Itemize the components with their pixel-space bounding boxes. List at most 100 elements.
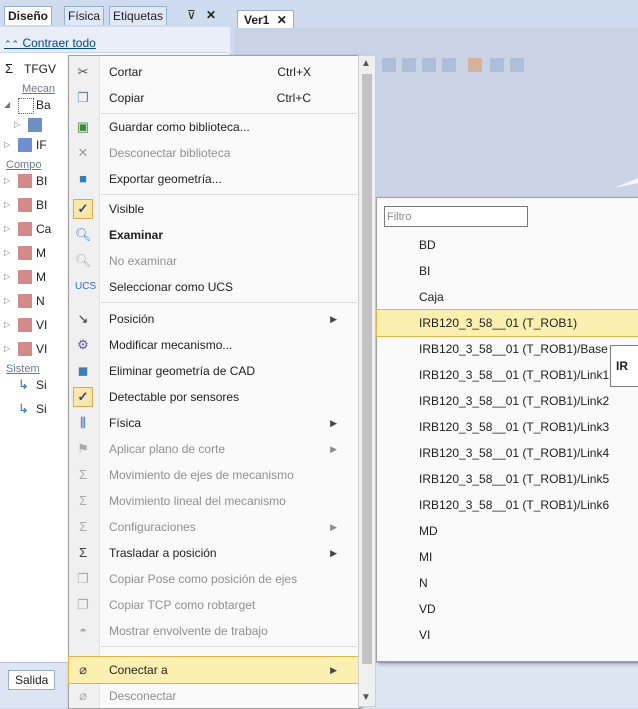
close-icon[interactable]: ✕ bbox=[277, 13, 287, 27]
menu-item-detectable-sensores[interactable]: ✓ Detectable por sensores bbox=[69, 384, 359, 410]
menu-item-examinar[interactable]: 🔍︎ Examinar bbox=[69, 222, 359, 248]
submenu-item-label: IRB120_3_58__01 (T_ROB1)/Link3 bbox=[419, 420, 610, 434]
menu-item-label: Desconectar bbox=[109, 689, 177, 703]
menu-item-desconectar[interactable]: ⌀ Desconectar bbox=[69, 683, 359, 707]
expand-icon[interactable]: ▷ bbox=[4, 267, 10, 287]
expand-icon[interactable]: ◢ bbox=[4, 95, 10, 115]
menu-item-exportar-geometria[interactable]: ■ Exportar geometría... bbox=[69, 166, 359, 192]
submenu-item[interactable]: IRB120_3_58__01 (T_ROB1)/Link2 bbox=[377, 388, 638, 414]
expand-icon[interactable]: ▷ bbox=[14, 115, 20, 135]
menu-item-modificar-mecanismo[interactable]: ⚙ Modificar mecanismo... bbox=[69, 332, 359, 358]
tooltip: IR bbox=[610, 345, 638, 387]
menu-item-seleccionar-ucs[interactable]: UCS Seleccionar como UCS bbox=[69, 274, 359, 300]
tree-item-label: IF bbox=[36, 138, 47, 152]
submenu-item[interactable]: IRB120_3_58__01 (T_ROB1)/Link1 bbox=[377, 362, 638, 388]
menu-item-posicion[interactable]: ↘ Posición ▶ bbox=[69, 306, 359, 332]
submenu-item-label: IRB120_3_58__01 (T_ROB1)/Link6 bbox=[419, 498, 610, 512]
filter-input[interactable]: Filtro bbox=[384, 206, 528, 227]
tree-item-label: M bbox=[36, 246, 46, 260]
menu-item-desconectar-biblioteca[interactable]: ✕ Desconectar biblioteca bbox=[69, 140, 359, 166]
scroll-up-icon[interactable]: ▲ bbox=[361, 58, 371, 69]
menu-item-conectar-a[interactable]: ⌀ Conectar a ▶ bbox=[68, 656, 360, 684]
expand-icon[interactable]: ▷ bbox=[4, 135, 10, 155]
view-tool-icon[interactable] bbox=[510, 58, 524, 72]
collapse-all-link[interactable]: ⌃⌃ Contraer todo bbox=[4, 36, 96, 50]
menu-item-visible[interactable]: ✓ Visible bbox=[69, 196, 359, 222]
part-icon bbox=[18, 222, 32, 236]
submenu-item[interactable]: IRB120_3_58__01 (T_ROB1)/Link6 bbox=[377, 492, 638, 518]
menu-item-cortar[interactable]: ✂ Cortar Ctrl+X bbox=[69, 59, 359, 85]
view-tool-icon[interactable] bbox=[490, 58, 504, 72]
submenu-item[interactable]: BI bbox=[377, 258, 638, 284]
view-tool-icon[interactable] bbox=[468, 58, 482, 72]
document-tab[interactable]: Ver1 ✕ bbox=[237, 10, 294, 29]
menu-item-copiar[interactable]: ❐ Copiar Ctrl+C bbox=[69, 85, 359, 111]
attach-icon: ⌀ bbox=[79, 662, 87, 677]
submenu-item-label: N bbox=[419, 576, 428, 590]
expand-icon[interactable]: ▷ bbox=[4, 195, 10, 215]
tree-item-label: VI bbox=[36, 342, 48, 356]
panel-tab-bar: Diseño Física Etiquetas ⊽ ✕ bbox=[0, 0, 230, 27]
menu-item-copiar-tcp[interactable]: ❐ Copiar TCP como robtarget bbox=[69, 592, 359, 618]
scroll-down-icon[interactable]: ▼ bbox=[361, 692, 371, 703]
menu-item-fisica[interactable]: ⫼ Física ▶ bbox=[69, 410, 359, 436]
tree-item-label: Ca bbox=[36, 222, 52, 236]
submenu-item-label: MD bbox=[419, 524, 438, 538]
tree-item-label: M bbox=[36, 270, 46, 284]
expand-icon[interactable]: ▷ bbox=[4, 243, 10, 263]
menu-scrollbar[interactable]: ▲ ▼ bbox=[358, 55, 376, 707]
tree-root-label: TFGV bbox=[24, 62, 56, 76]
scroll-thumb[interactable] bbox=[362, 74, 372, 664]
position-icon: ↘ bbox=[77, 311, 89, 326]
dropdown-icon[interactable]: ⊽ bbox=[187, 8, 196, 22]
menu-item-guardar-biblioteca[interactable]: ▣ Guardar como biblioteca... bbox=[69, 114, 359, 140]
expand-icon[interactable]: ▷ bbox=[4, 171, 10, 191]
menu-item-mostrar-envolvente[interactable]: ◓ Mostrar envolvente de trabajo bbox=[69, 618, 359, 644]
submenu-arrow-icon: ▶ bbox=[330, 548, 337, 558]
submenu-item[interactable]: VD bbox=[377, 596, 638, 622]
tab-etiquetas[interactable]: Etiquetas bbox=[109, 6, 168, 25]
menu-item-movimiento-lineal[interactable]: Σ Movimiento lineal del mecanismo bbox=[69, 488, 359, 514]
submenu-item[interactable]: MD bbox=[377, 518, 638, 544]
submenu-item[interactable]: Caja bbox=[377, 284, 638, 310]
menu-item-label: Configuraciones bbox=[109, 520, 196, 534]
submenu-item[interactable]: IRB120_3_58__01 (T_ROB1)/Link3 bbox=[377, 414, 638, 440]
submenu-item[interactable]: N bbox=[377, 570, 638, 596]
view-tool-icon[interactable] bbox=[442, 58, 456, 72]
submenu-item[interactable]: IRB120_3_58__01 (T_ROB1)/Link5 bbox=[377, 466, 638, 492]
document-tab-label: Ver1 bbox=[244, 13, 270, 27]
submenu-item[interactable]: MI bbox=[377, 544, 638, 570]
submenu-item-label: BD bbox=[419, 238, 436, 252]
viewport-toolbar-icons bbox=[362, 58, 524, 72]
tab-fisica[interactable]: Física bbox=[64, 6, 105, 25]
view-tool-icon[interactable] bbox=[382, 58, 396, 72]
view-tool-icon[interactable] bbox=[402, 58, 416, 72]
part-icon bbox=[18, 294, 32, 308]
copy-icon: ❐ bbox=[77, 90, 89, 105]
menu-item-eliminar-geometria-cad[interactable]: ◼ Eliminar geometría de CAD bbox=[69, 358, 359, 384]
submenu-item[interactable]: VI bbox=[377, 622, 638, 648]
submenu-item[interactable]: IRB120_3_58__01 (T_ROB1)/Link4 bbox=[377, 440, 638, 466]
scissors-icon: ✂ bbox=[77, 64, 89, 79]
menu-item-no-examinar[interactable]: 🔍︎ No examinar bbox=[69, 248, 359, 274]
expand-icon[interactable]: ▷ bbox=[4, 339, 10, 359]
expand-icon[interactable]: ▷ bbox=[4, 291, 10, 311]
close-icon[interactable]: ✕ bbox=[206, 8, 216, 22]
tab-diseno[interactable]: Diseño bbox=[4, 6, 53, 25]
expand-icon[interactable]: ▷ bbox=[4, 315, 10, 335]
menu-item-movimiento-ejes[interactable]: Σ Movimiento de ejes de mecanismo bbox=[69, 462, 359, 488]
menu-item-aplicar-plano-corte[interactable]: ⚑ Aplicar plano de corte ▶ bbox=[69, 436, 359, 462]
submenu-item[interactable]: IRB120_3_58__01 (T_ROB1) bbox=[376, 309, 638, 337]
examine-icon: 🔍︎ bbox=[75, 227, 92, 242]
view-tool-icon[interactable] bbox=[422, 58, 436, 72]
submenu-item-label: IRB120_3_58__01 (T_ROB1)/Base bbox=[419, 342, 608, 356]
menu-item-trasladar-posicion[interactable]: Σ Trasladar a posición ▶ bbox=[69, 540, 359, 566]
submenu-item[interactable]: BD bbox=[377, 232, 638, 258]
menu-item-copiar-pose[interactable]: ❐ Copiar Pose como posición de ejes bbox=[69, 566, 359, 592]
expand-icon[interactable]: ▷ bbox=[4, 219, 10, 239]
submenu-item[interactable]: IRB120_3_58__01 (T_ROB1)/Base bbox=[377, 336, 638, 362]
frame-icon: ↳ bbox=[18, 377, 29, 392]
collapse-chevron-icon: ⌃⌃ bbox=[4, 39, 20, 49]
tab-salida[interactable]: Salida bbox=[8, 670, 56, 690]
menu-item-configuraciones[interactable]: Σ Configuraciones ▶ bbox=[69, 514, 359, 540]
